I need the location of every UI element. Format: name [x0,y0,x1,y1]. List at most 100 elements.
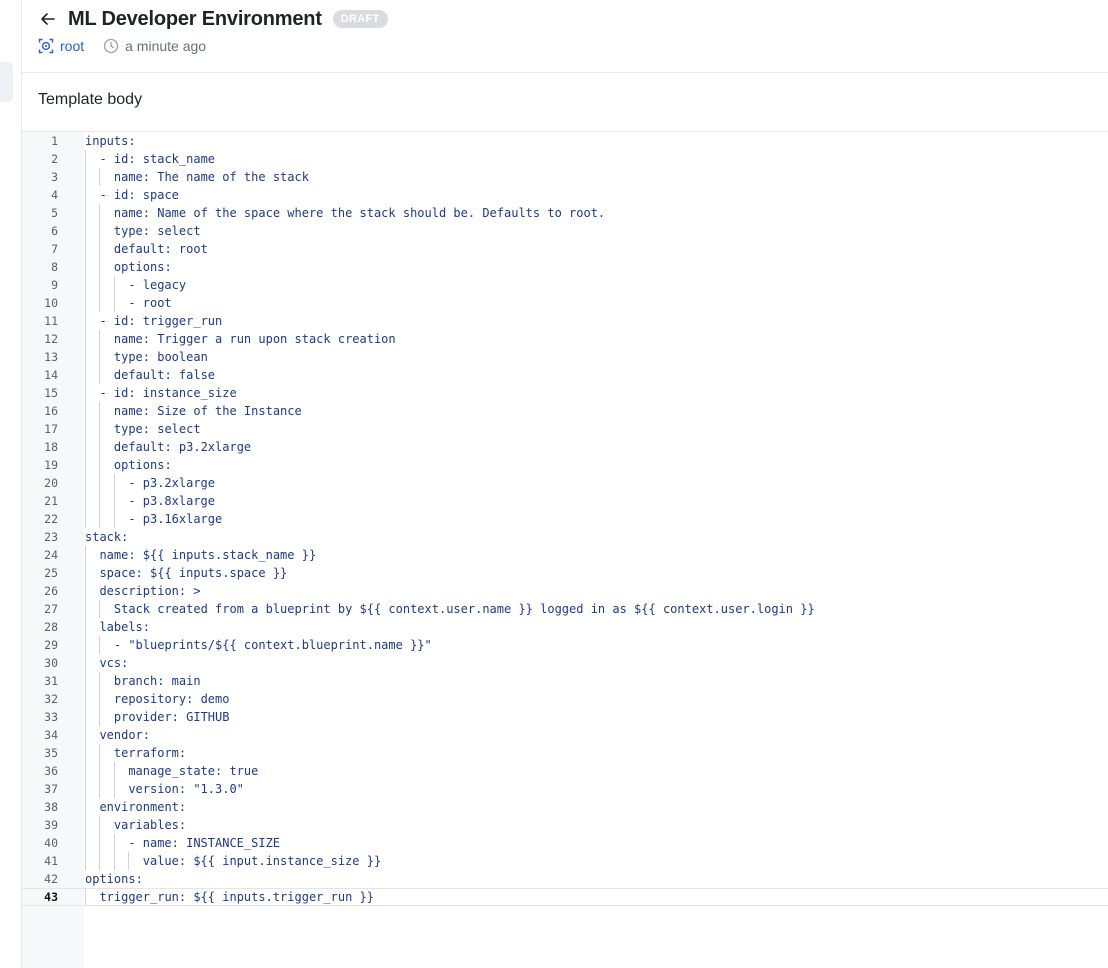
code-line: 4 - id: space [22,186,1108,204]
indent-guide [85,654,86,672]
line-number: 15 [44,386,58,400]
code-line: 31 branch: main [22,672,1108,690]
updated-time: a minute ago [103,38,206,54]
indent-guide [85,384,86,402]
indent-guide [85,330,86,348]
indent-guide [85,438,86,456]
code-line: 38 environment: [22,798,1108,816]
indent-guide [85,186,86,204]
code-editor[interactable]: 1 inputs: 2 - id: stack_name 3 name: The name… [22,132,1108,968]
indent-guide [85,600,86,618]
code-text: - p3.2xlarge [128,476,216,490]
code-line: 8 options: [22,258,1108,276]
line-number: 39 [44,818,58,832]
indent-guide [85,456,86,474]
indent-guide [113,834,115,852]
line-number: 9 [51,278,58,292]
sidebar-toggle[interactable] [0,62,13,102]
indent-guide [113,780,115,798]
indent-guide [85,150,86,168]
left-rail [0,0,22,968]
indent-guide [113,474,115,492]
section-title: Template body [38,91,143,108]
code-text: - id: space [99,188,179,202]
line-number: 12 [44,332,58,346]
line-number: 7 [51,242,58,256]
line-number: 24 [44,548,58,562]
line-number: 41 [44,854,58,868]
code-line: 40 - name: INSTANCE_SIZE [22,834,1108,852]
code-text: default: p3.2xlarge [113,440,252,454]
arrow-left-icon[interactable] [40,9,60,29]
indent-guide [99,600,101,618]
code-text: stack: [85,530,129,544]
line-number: 21 [44,494,58,508]
code-text: value: ${{ input.instance_size }} [142,854,382,868]
line-number: 43 [44,890,58,904]
indent-guide [85,816,86,834]
space-link[interactable]: root [38,38,84,54]
line-number: 34 [44,728,58,742]
line-number: 3 [51,170,58,184]
line-number: 33 [44,710,58,724]
code-text: description: > [99,584,201,598]
code-text: branch: main [113,674,201,688]
code-text: vcs: [99,656,129,670]
indent-guide [85,402,86,420]
code-text: inputs: [85,134,136,148]
indent-guide [99,438,101,456]
indent-guide [113,276,115,294]
line-number: 8 [51,260,58,274]
status-badge: DRAFT [332,10,388,28]
indent-guide [99,492,101,510]
code-text: name: The name of the stack [113,170,309,184]
code-line: 23 stack: [22,528,1108,546]
indent-guide [99,636,101,654]
code-text: default: root [113,242,208,256]
code-text: environment: [99,800,187,814]
indent-guide [85,258,86,276]
code-text: space: ${{ inputs.space }} [99,566,288,580]
code-line: 5 name: Name of the space where the stack… [22,204,1108,222]
indent-guide [85,474,86,492]
code-line: 30 vcs: [22,654,1108,672]
code-line: 16 name: Size of the Instance [22,402,1108,420]
line-number: 23 [44,530,58,544]
code-line: 10 - root [22,294,1108,312]
indent-guide [99,348,101,366]
line-number: 28 [44,620,58,634]
code-text: variables: [113,818,187,832]
code-line: 21 - p3.8xlarge [22,492,1108,510]
indent-guide [85,276,86,294]
code-line: 1 inputs: [22,132,1108,150]
indent-guide [99,276,101,294]
indent-guide [85,618,86,636]
line-number: 37 [44,782,58,796]
code-line: 36 manage_state: true [22,762,1108,780]
indent-guide [85,582,86,600]
code-text: - id: stack_name [99,152,216,166]
indent-guide [99,834,101,852]
line-number: 19 [44,458,58,472]
line-number: 6 [51,224,58,238]
indent-guide [85,240,86,258]
code-text: - name: INSTANCE_SIZE [128,836,281,850]
line-number: 27 [44,602,58,616]
line-number: 42 [44,872,58,886]
line-number: 40 [44,836,58,850]
code-line: 32 repository: demo [22,690,1108,708]
indent-guide [113,762,115,780]
code-line: 41 value: ${{ input.instance_size }} [22,852,1108,870]
indent-guide [85,708,86,726]
code-text: - p3.16xlarge [128,512,223,526]
line-number: 36 [44,764,58,778]
indent-guide [99,258,101,276]
line-number: 14 [44,368,58,382]
indent-guide [113,510,115,528]
indent-guide [85,564,86,582]
code-text: name: Trigger a run upon stack creation [113,332,396,346]
indent-guide [85,546,86,564]
code-text: type: select [113,422,201,436]
code-line: 11 - id: trigger_run [22,312,1108,330]
code-line: 27 Stack created from a blueprint by ${{ … [22,600,1108,618]
